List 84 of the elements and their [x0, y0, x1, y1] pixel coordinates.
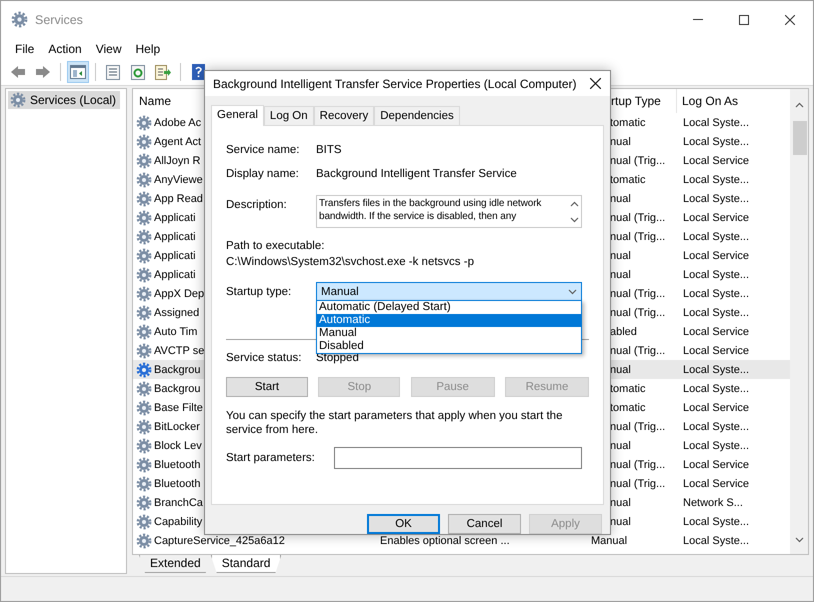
- log-on-as: Local Service: [682, 212, 750, 224]
- field-label: Start parameters:: [226, 452, 316, 464]
- log-on-as: Local Service: [682, 250, 750, 262]
- hint-text: You can specify the start parameters that apply when you start the service from here.: [226, 409, 564, 438]
- startup-type: nual (Trig...: [609, 344, 666, 356]
- service-name: Agent Act: [154, 136, 202, 148]
- startup-type: nual (Trig...: [609, 154, 666, 166]
- dialog-title: Background Intelligent Transfer Service Properties (Local Computer): [213, 76, 577, 91]
- service-name: Bluetooth: [154, 478, 200, 490]
- startup-type: tomatic: [609, 402, 646, 414]
- service-name: CaptureService_425a6a12: [154, 534, 285, 546]
- service-name: Auto Tim: [154, 326, 198, 338]
- log-on-as: Local Service: [682, 402, 750, 414]
- service-name: BitLocker: [154, 420, 200, 432]
- field-label: Path to executable:: [226, 240, 326, 254]
- window-title: Services: [35, 12, 83, 26]
- field-value: BITS: [316, 144, 342, 156]
- service-name: Block Lev: [154, 440, 202, 452]
- startup-type: nual (Trig...: [609, 306, 666, 318]
- log-on-as: Local Syste...: [682, 382, 750, 394]
- field-label: Service name:: [226, 144, 301, 156]
- service-name: BranchCa: [154, 496, 203, 508]
- log-on-as: Local Syste...: [682, 136, 750, 148]
- log-on-as: Local Syste...: [682, 306, 750, 318]
- log-on-as: Local Syste...: [682, 116, 750, 128]
- startup-type: tomatic: [609, 174, 646, 186]
- startup-type: tomatic: [609, 116, 646, 128]
- log-on-as: Local Service: [682, 344, 750, 356]
- startup-type: nual: [609, 136, 632, 148]
- field-label: Startup type:: [226, 286, 292, 298]
- log-on-as: Local Syste...: [682, 230, 750, 242]
- startup-type: nual (Trig...: [609, 458, 666, 470]
- log-on-as: Local Syste...: [682, 364, 750, 376]
- service-name: Backgrou: [154, 364, 200, 376]
- startup-type: Manual: [591, 534, 628, 546]
- startup-type: nual (Trig...: [609, 288, 666, 300]
- log-on-as: Local Service: [682, 326, 750, 338]
- log-on-as: Local Service: [682, 478, 750, 490]
- startup-type: nual (Trig...: [609, 478, 666, 490]
- service-name: Applicati: [154, 250, 196, 262]
- field-value: Background Intelligent Transfer Service: [316, 168, 517, 180]
- service-name: Bluetooth: [154, 458, 200, 470]
- service-name: Applicati: [154, 212, 196, 224]
- service-name: AllJoyn R: [154, 154, 200, 166]
- service-name: AVCTP se: [154, 344, 204, 356]
- log-on-as: Local Syste...: [682, 516, 750, 528]
- log-on-as: Local Syste...: [682, 440, 750, 452]
- log-on-as: Local Service: [682, 458, 750, 470]
- startup-type: nual: [609, 250, 632, 262]
- log-on-as: Local Syste...: [682, 288, 750, 300]
- startup-type: nual: [609, 496, 632, 508]
- log-on-as: Local Syste...: [682, 420, 750, 432]
- field-label: Description:: [226, 198, 288, 212]
- startup-type: nual (Trig...: [609, 420, 666, 432]
- field-label: Service status:: [226, 352, 302, 364]
- startup-type: tomatic: [609, 382, 646, 394]
- startup-type: nual (Trig...: [609, 230, 666, 242]
- service-name: Capability: [154, 516, 202, 528]
- service-name: Backgrou: [154, 382, 200, 394]
- startup-type: nual (Trig...: [609, 212, 666, 224]
- log-on-as: Local Syste...: [682, 174, 750, 186]
- log-on-as: Network S...: [682, 496, 744, 508]
- startup-type: nual: [609, 516, 632, 528]
- service-name: Applicati: [154, 268, 196, 280]
- service-description: Enables optional screen ...: [380, 534, 511, 546]
- service-name: AnyViewe: [154, 174, 203, 186]
- startup-type: nual: [609, 268, 632, 280]
- path-value: C:\Windows\System32\svchost.exe -k netsvcs -p: [226, 256, 475, 270]
- service-name: App Read: [154, 192, 203, 204]
- service-name: Base Filte: [154, 402, 203, 414]
- log-on-as: Local Service: [682, 154, 750, 166]
- startup-type: abled: [609, 326, 638, 338]
- log-on-as: Local Syste...: [682, 534, 750, 546]
- service-name: Adobe Ac: [154, 116, 202, 128]
- log-on-as: Local Syste...: [682, 268, 750, 280]
- field-label: Display name:: [226, 168, 300, 180]
- service-name: Assigned: [154, 306, 200, 318]
- tree-item-label: Services (Local): [30, 93, 116, 107]
- log-on-as: Local Syste...: [682, 192, 750, 204]
- startup-type: nual: [609, 440, 632, 452]
- startup-type: nual: [609, 192, 632, 204]
- service-name: AppX Dep: [154, 288, 204, 300]
- startup-type: nual: [609, 364, 632, 376]
- service-name: Applicati: [154, 230, 196, 242]
